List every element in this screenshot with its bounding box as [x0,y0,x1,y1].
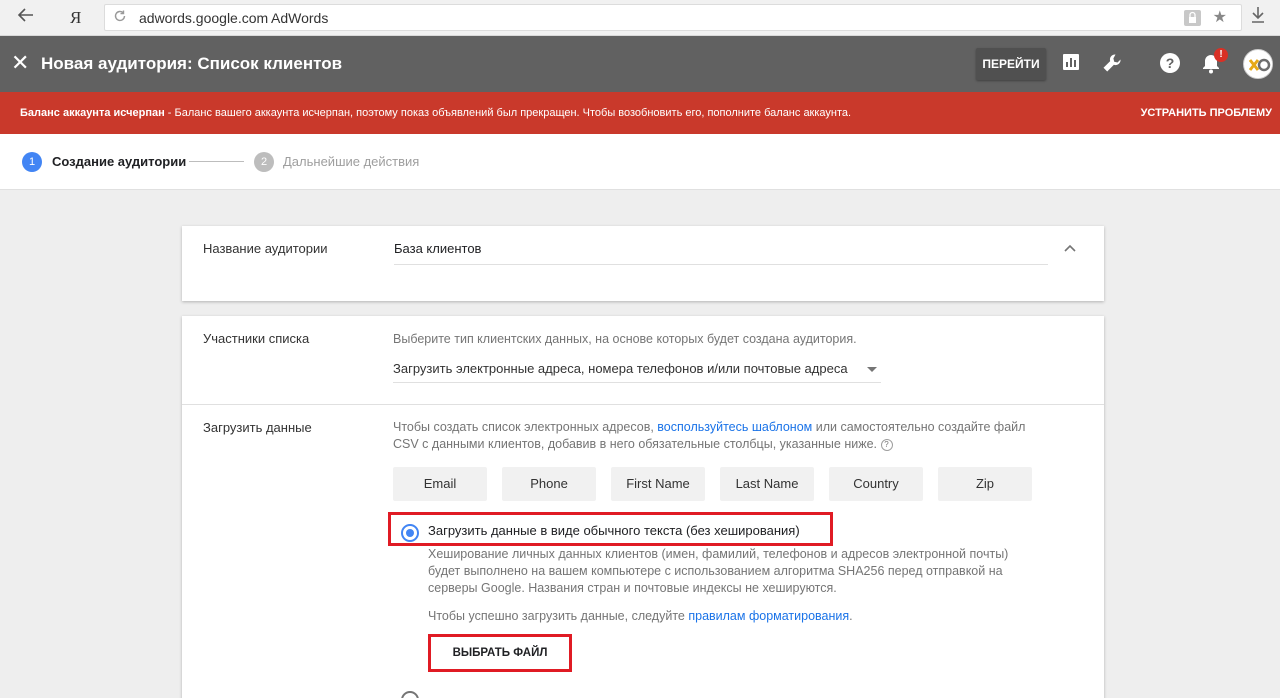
column-chip-zip: Zip [938,467,1032,501]
audience-name-input[interactable]: База клиентов [394,241,481,256]
upload-desc-text-1: Чтобы создать список электронных адресов… [393,420,658,434]
page-title: Новая аудитория: Список клиентов [41,54,343,73]
input-underline [394,264,1048,265]
alert-title: Баланс аккаунта исчерпан [20,107,165,119]
back-arrow-icon[interactable] [14,6,38,30]
download-icon[interactable] [1250,6,1266,29]
hashed-data-radio[interactable] [401,691,419,698]
column-chip-first-name: First Name [611,467,705,501]
url-host: adwords.google.com [139,10,269,26]
format-rules-text: Чтобы успешно загрузить данные, следуйте… [428,608,853,625]
stepper: 1 Создание аудитории 2 Дальнейшие действ… [0,134,1280,190]
step-1-number: 1 [22,152,42,172]
address-bar[interactable]: adwords.google.com AdWords ★ [104,4,1242,31]
bookmark-star-icon[interactable]: ★ [1213,7,1227,27]
reload-icon[interactable] [113,9,127,26]
formatting-rules-link[interactable]: правилам форматирования [688,609,849,623]
step-connector [189,161,244,162]
alert-message: Баланс аккаунта исчерпан - Баланс вашего… [20,107,851,119]
help-icon[interactable]: ? [1159,52,1181,74]
upload-desc-text-2: или самостоятельно создайте файл [812,420,1026,434]
column-chip-last-name: Last Name [720,467,814,501]
radio-selected-dot [406,529,414,537]
upload-data-label: Загрузить данные [203,420,312,435]
caret-down-icon [867,367,877,372]
chevron-up-icon[interactable] [1063,240,1077,256]
format-prefix: Чтобы успешно загрузить данные, следуйте [428,609,689,623]
balance-alert-banner: Баланс аккаунта исчерпан - Баланс вашего… [0,92,1280,134]
members-hint: Выберите тип клиентских данных, на основ… [393,332,857,346]
tools-wrench-icon[interactable] [1101,52,1123,74]
column-chip-country: Country [829,467,923,501]
svg-text:?: ? [1166,55,1175,71]
url-page-title: AdWords [271,10,329,26]
browser-toolbar: Я adwords.google.com AdWords ★ [0,0,1280,36]
step-2-label: Дальнейшие действия [283,154,420,169]
column-chip-phone: Phone [502,467,596,501]
hashing-description: Хеширование личных данных клиентов (имен… [428,546,1088,597]
help-icon[interactable]: ? [880,438,893,451]
notification-badge: ! [1214,48,1228,62]
step-1-label[interactable]: Создание аудитории [52,154,186,169]
hashing-line-2: будет выполнено на вашем компьютере с ис… [428,564,1003,578]
plain-text-radio[interactable] [401,524,419,542]
data-type-selected: Загрузить электронные адреса, номера тел… [393,361,848,376]
choose-file-button[interactable]: ВЫБРАТЬ ФАЙЛ [428,634,572,672]
yandex-logo[interactable]: Я [70,8,81,28]
alert-body: - Баланс вашего аккаунта исчерпан, поэто… [164,107,852,119]
format-suffix: . [849,609,853,623]
upload-desc-text-3: CSV с данными клиентов, добавив в него о… [393,437,878,451]
audience-name-card: Название аудитории База клиентов [182,226,1104,301]
list-members-card: Участники списка Выберите тип клиентских… [182,316,1104,698]
data-type-select[interactable]: Загрузить электронные адреса, номера тел… [393,359,881,383]
template-link[interactable]: воспользуйтесь шаблоном [657,420,812,434]
app-header: ✕ Новая аудитория: Список клиентов ПЕРЕЙ… [0,36,1280,92]
plain-text-radio-label[interactable]: Загрузить данные в виде обычного текста … [428,523,800,538]
fix-problem-link[interactable]: УСТРАНИТЬ ПРОБЛЕМУ [1141,107,1272,119]
go-button[interactable]: ПЕРЕЙТИ [976,48,1046,80]
reports-chart-icon[interactable] [1061,52,1083,74]
audience-name-label: Название аудитории [203,241,328,256]
list-members-label: Участники списка [203,331,310,346]
avatar[interactable] [1243,49,1273,79]
step-2-number: 2 [254,152,274,172]
lock-icon[interactable] [1184,10,1201,26]
upload-description: Чтобы создать список электронных адресов… [393,419,1083,453]
hashing-line-3: серверы Google. Названия стран и почтовы… [428,581,837,595]
section-divider [182,404,1104,405]
column-chip-email: Email [393,467,487,501]
close-icon[interactable]: ✕ [11,50,29,76]
hashing-line-1: Хеширование личных данных клиентов (имен… [428,547,1009,561]
